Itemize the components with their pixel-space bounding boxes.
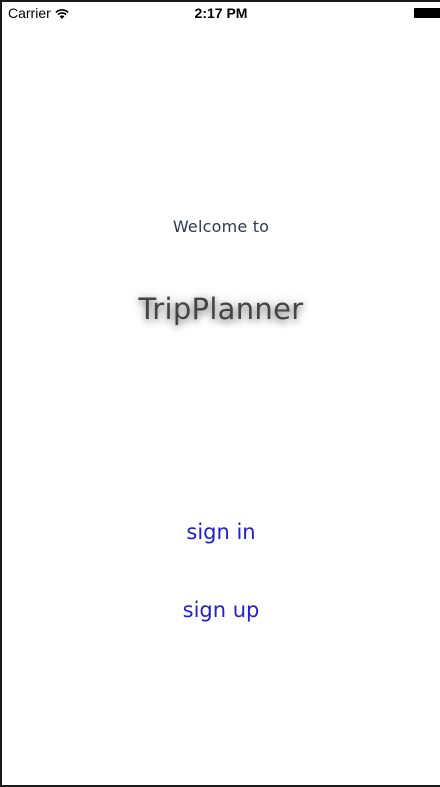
app-title: TripPlanner [138,292,304,326]
status-bar: Carrier 2:17 PM [2,2,440,24]
sign-up-button[interactable]: sign up [2,598,440,622]
sign-in-button[interactable]: sign in [2,520,440,544]
welcome-text: Welcome to [172,217,270,236]
app-screen: Carrier 2:17 PM Welcome to TripPlanner s… [0,0,440,787]
status-time: 2:17 PM [194,5,248,21]
battery-icon [414,8,440,18]
